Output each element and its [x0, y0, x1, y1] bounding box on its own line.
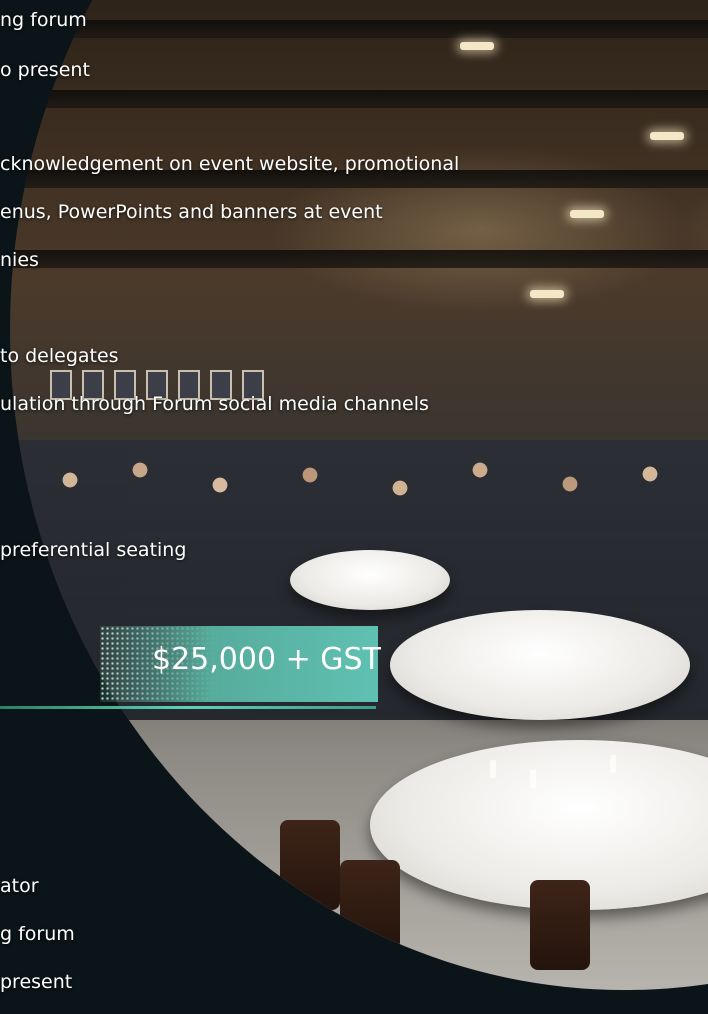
- ceiling-beam: [10, 90, 708, 108]
- ceiling-light: [650, 132, 684, 140]
- benefit-line: ulation through Forum social media chann…: [0, 393, 429, 415]
- ceiling-light: [570, 210, 604, 218]
- benefit-line: preferential seating: [0, 539, 187, 561]
- chair: [340, 860, 400, 950]
- ceiling-beam: [10, 20, 708, 38]
- price-amount: $25,000 + GST: [152, 642, 381, 677]
- benefit-line: enus, PowerPoints and banners at event: [0, 201, 383, 223]
- ceiling-beam: [10, 250, 708, 268]
- round-table: [290, 550, 450, 610]
- event-photo: [10, 0, 708, 990]
- benefit-line: o present: [0, 59, 90, 81]
- benefit-line: g forum: [0, 923, 75, 945]
- sponsorship-page: ng forum o present cknowledgement on eve…: [0, 0, 708, 1014]
- section-divider: [0, 706, 376, 709]
- wine-glass: [530, 770, 536, 788]
- benefit-line: ator: [0, 875, 39, 897]
- chair: [280, 820, 340, 910]
- benefit-line: ng forum: [0, 9, 87, 31]
- benefit-line: cknowledgement on event website, promoti…: [0, 153, 460, 175]
- wine-glass: [610, 755, 616, 773]
- round-table: [390, 610, 690, 720]
- chair: [530, 880, 590, 970]
- benefit-line: present: [0, 971, 73, 993]
- ceiling-light: [530, 290, 564, 298]
- benefit-line: to delegates: [0, 345, 119, 367]
- benefit-line: nies: [0, 249, 39, 271]
- wine-glass: [490, 760, 496, 778]
- ceiling-light: [460, 42, 494, 50]
